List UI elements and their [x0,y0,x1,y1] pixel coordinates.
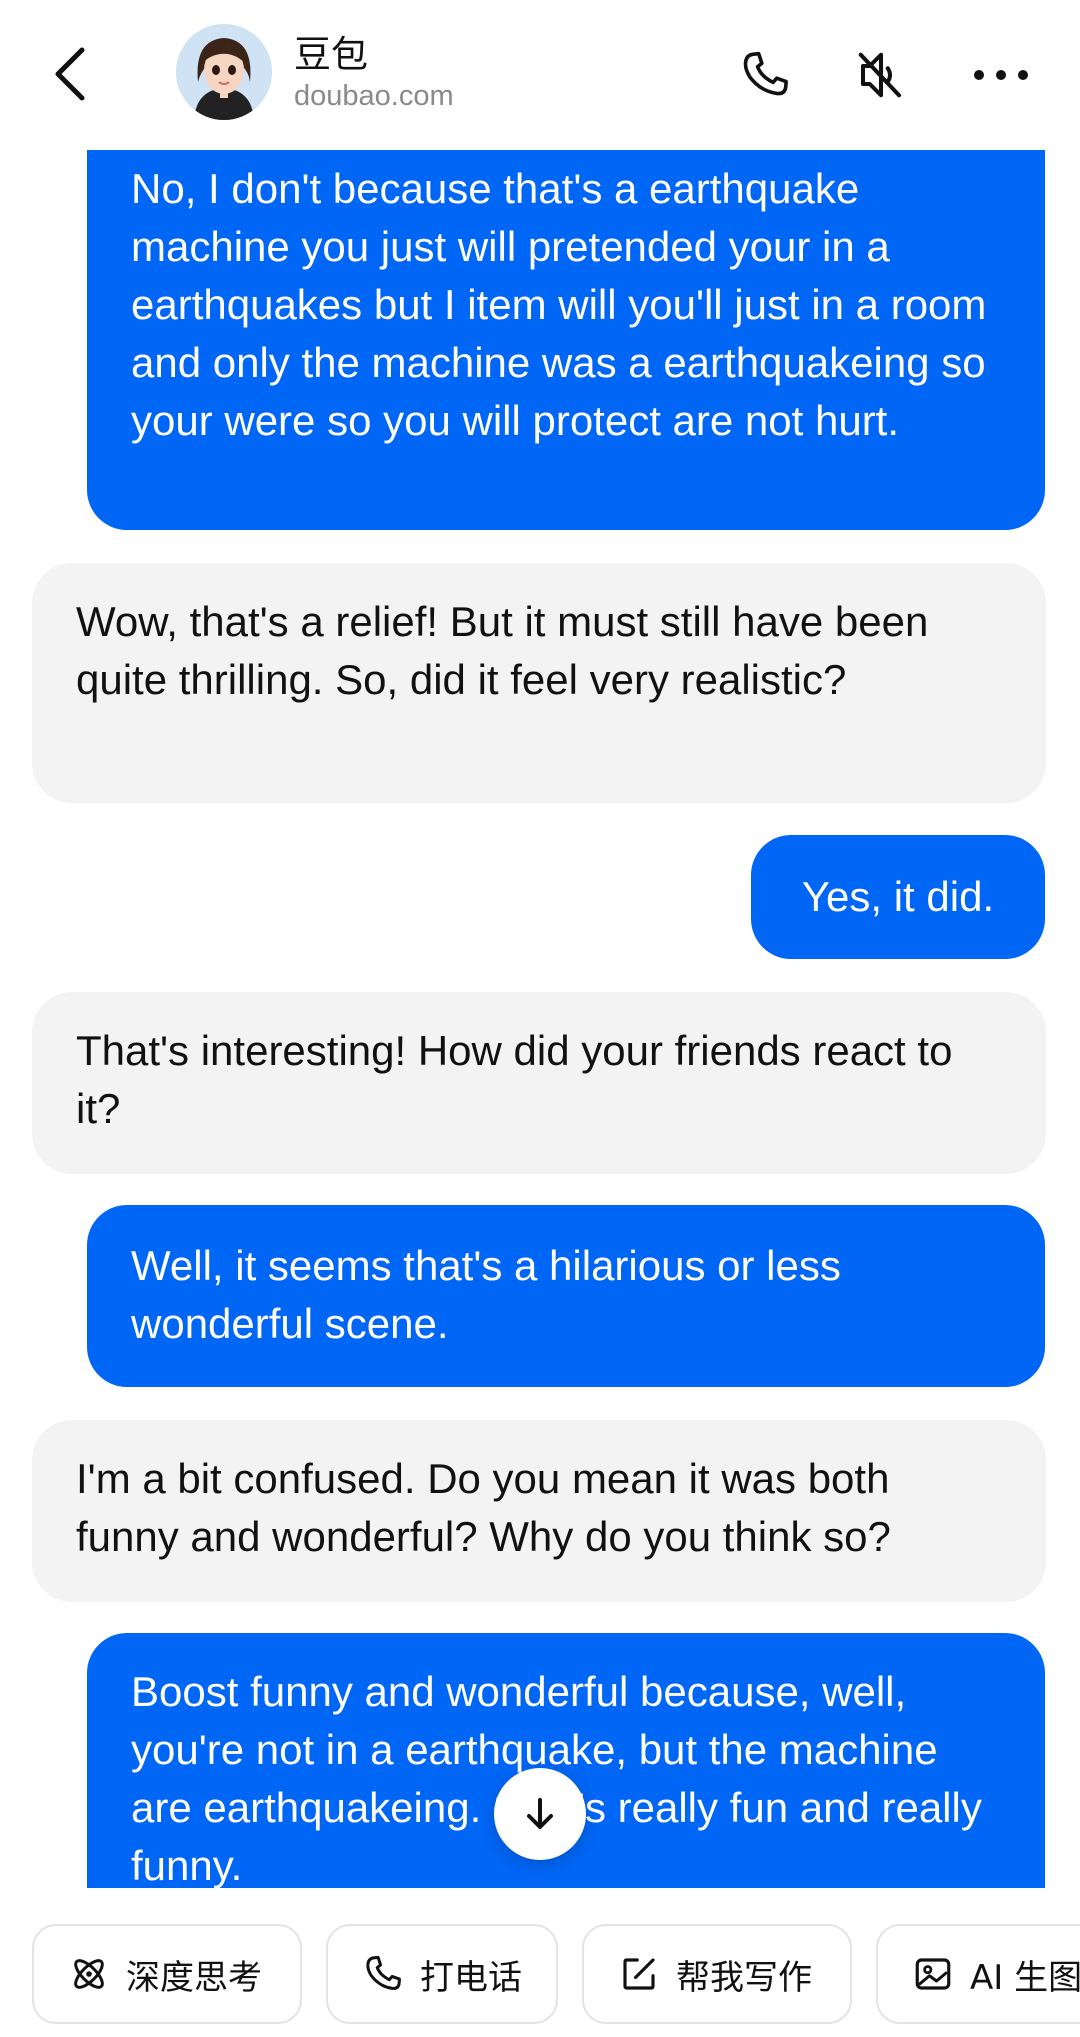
chip-label: 深度思考 [126,1957,262,1998]
arrow-down-icon [527,1798,553,1829]
user-message[interactable]: Well, it seems that's a hilarious or les… [87,1205,1045,1387]
user-message[interactable]: No, I don't because that's a earthquake … [87,150,1045,530]
bot-site: doubao.com [294,80,454,112]
chat-area[interactable]: No, I don't because that's a earthquake … [0,150,1080,1888]
edit-icon [618,1953,660,1995]
image-icon [912,1953,954,1995]
back-button[interactable] [40,34,100,114]
atom-icon [68,1953,110,1995]
avatar[interactable] [176,24,272,120]
deep-thinking-chip[interactable]: 深度思考 [32,1924,302,2024]
more-icon [974,70,1028,80]
quick-actions-bar: 深度思考 打电话 帮我写作 AI 生图 [0,1888,1080,2037]
chip-label: 打电话 [420,1957,522,1998]
user-message[interactable]: Yes, it did. [751,835,1045,959]
writing-chip[interactable]: 帮我写作 [582,1924,852,2024]
chat-header: 豆包 doubao.com [0,0,1080,150]
back-arrow-icon [55,47,85,101]
phone-icon [743,51,788,96]
bot-message[interactable]: I'm a bit confused. Do you mean it was b… [32,1420,1046,1602]
bot-name: 豆包 [294,33,368,76]
phone-icon [362,1953,404,1995]
mute-button[interactable] [846,40,916,110]
call-chip[interactable]: 打电话 [326,1924,558,2024]
more-button[interactable] [966,40,1036,110]
chip-label: 帮我写作 [676,1957,812,1998]
call-button[interactable] [730,40,800,110]
ai-image-chip[interactable]: AI 生图 [876,1924,1080,2024]
speaker-muted-icon [858,52,902,98]
chip-label: AI 生图 [970,1957,1080,1998]
bot-message[interactable]: Wow, that's a relief! But it must still … [32,563,1046,803]
scroll-to-bottom-button[interactable] [494,1768,586,1860]
bot-message[interactable]: That's interesting! How did your friends… [32,992,1046,1174]
